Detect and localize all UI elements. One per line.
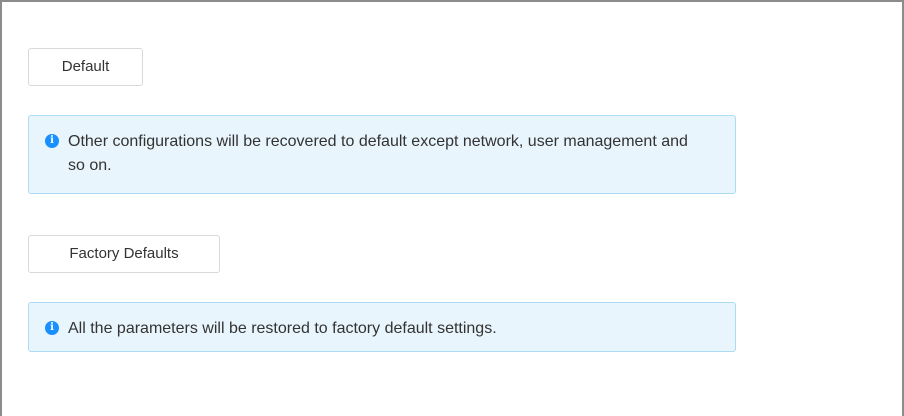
info-circle-icon: i: [45, 134, 59, 148]
default-button[interactable]: Default: [28, 48, 143, 86]
info-circle-icon: i: [45, 321, 59, 335]
default-info-message: Other configurations will be recovered t…: [68, 133, 688, 174]
default-info-alert: i Other configurations will be recovered…: [28, 115, 736, 194]
factory-info-alert: i All the parameters will be restored to…: [28, 302, 736, 352]
settings-panel: Default i Other configurations will be r…: [0, 0, 904, 416]
factory-info-message: All the parameters will be restored to f…: [68, 320, 497, 337]
factory-defaults-button[interactable]: Factory Defaults: [28, 235, 220, 273]
